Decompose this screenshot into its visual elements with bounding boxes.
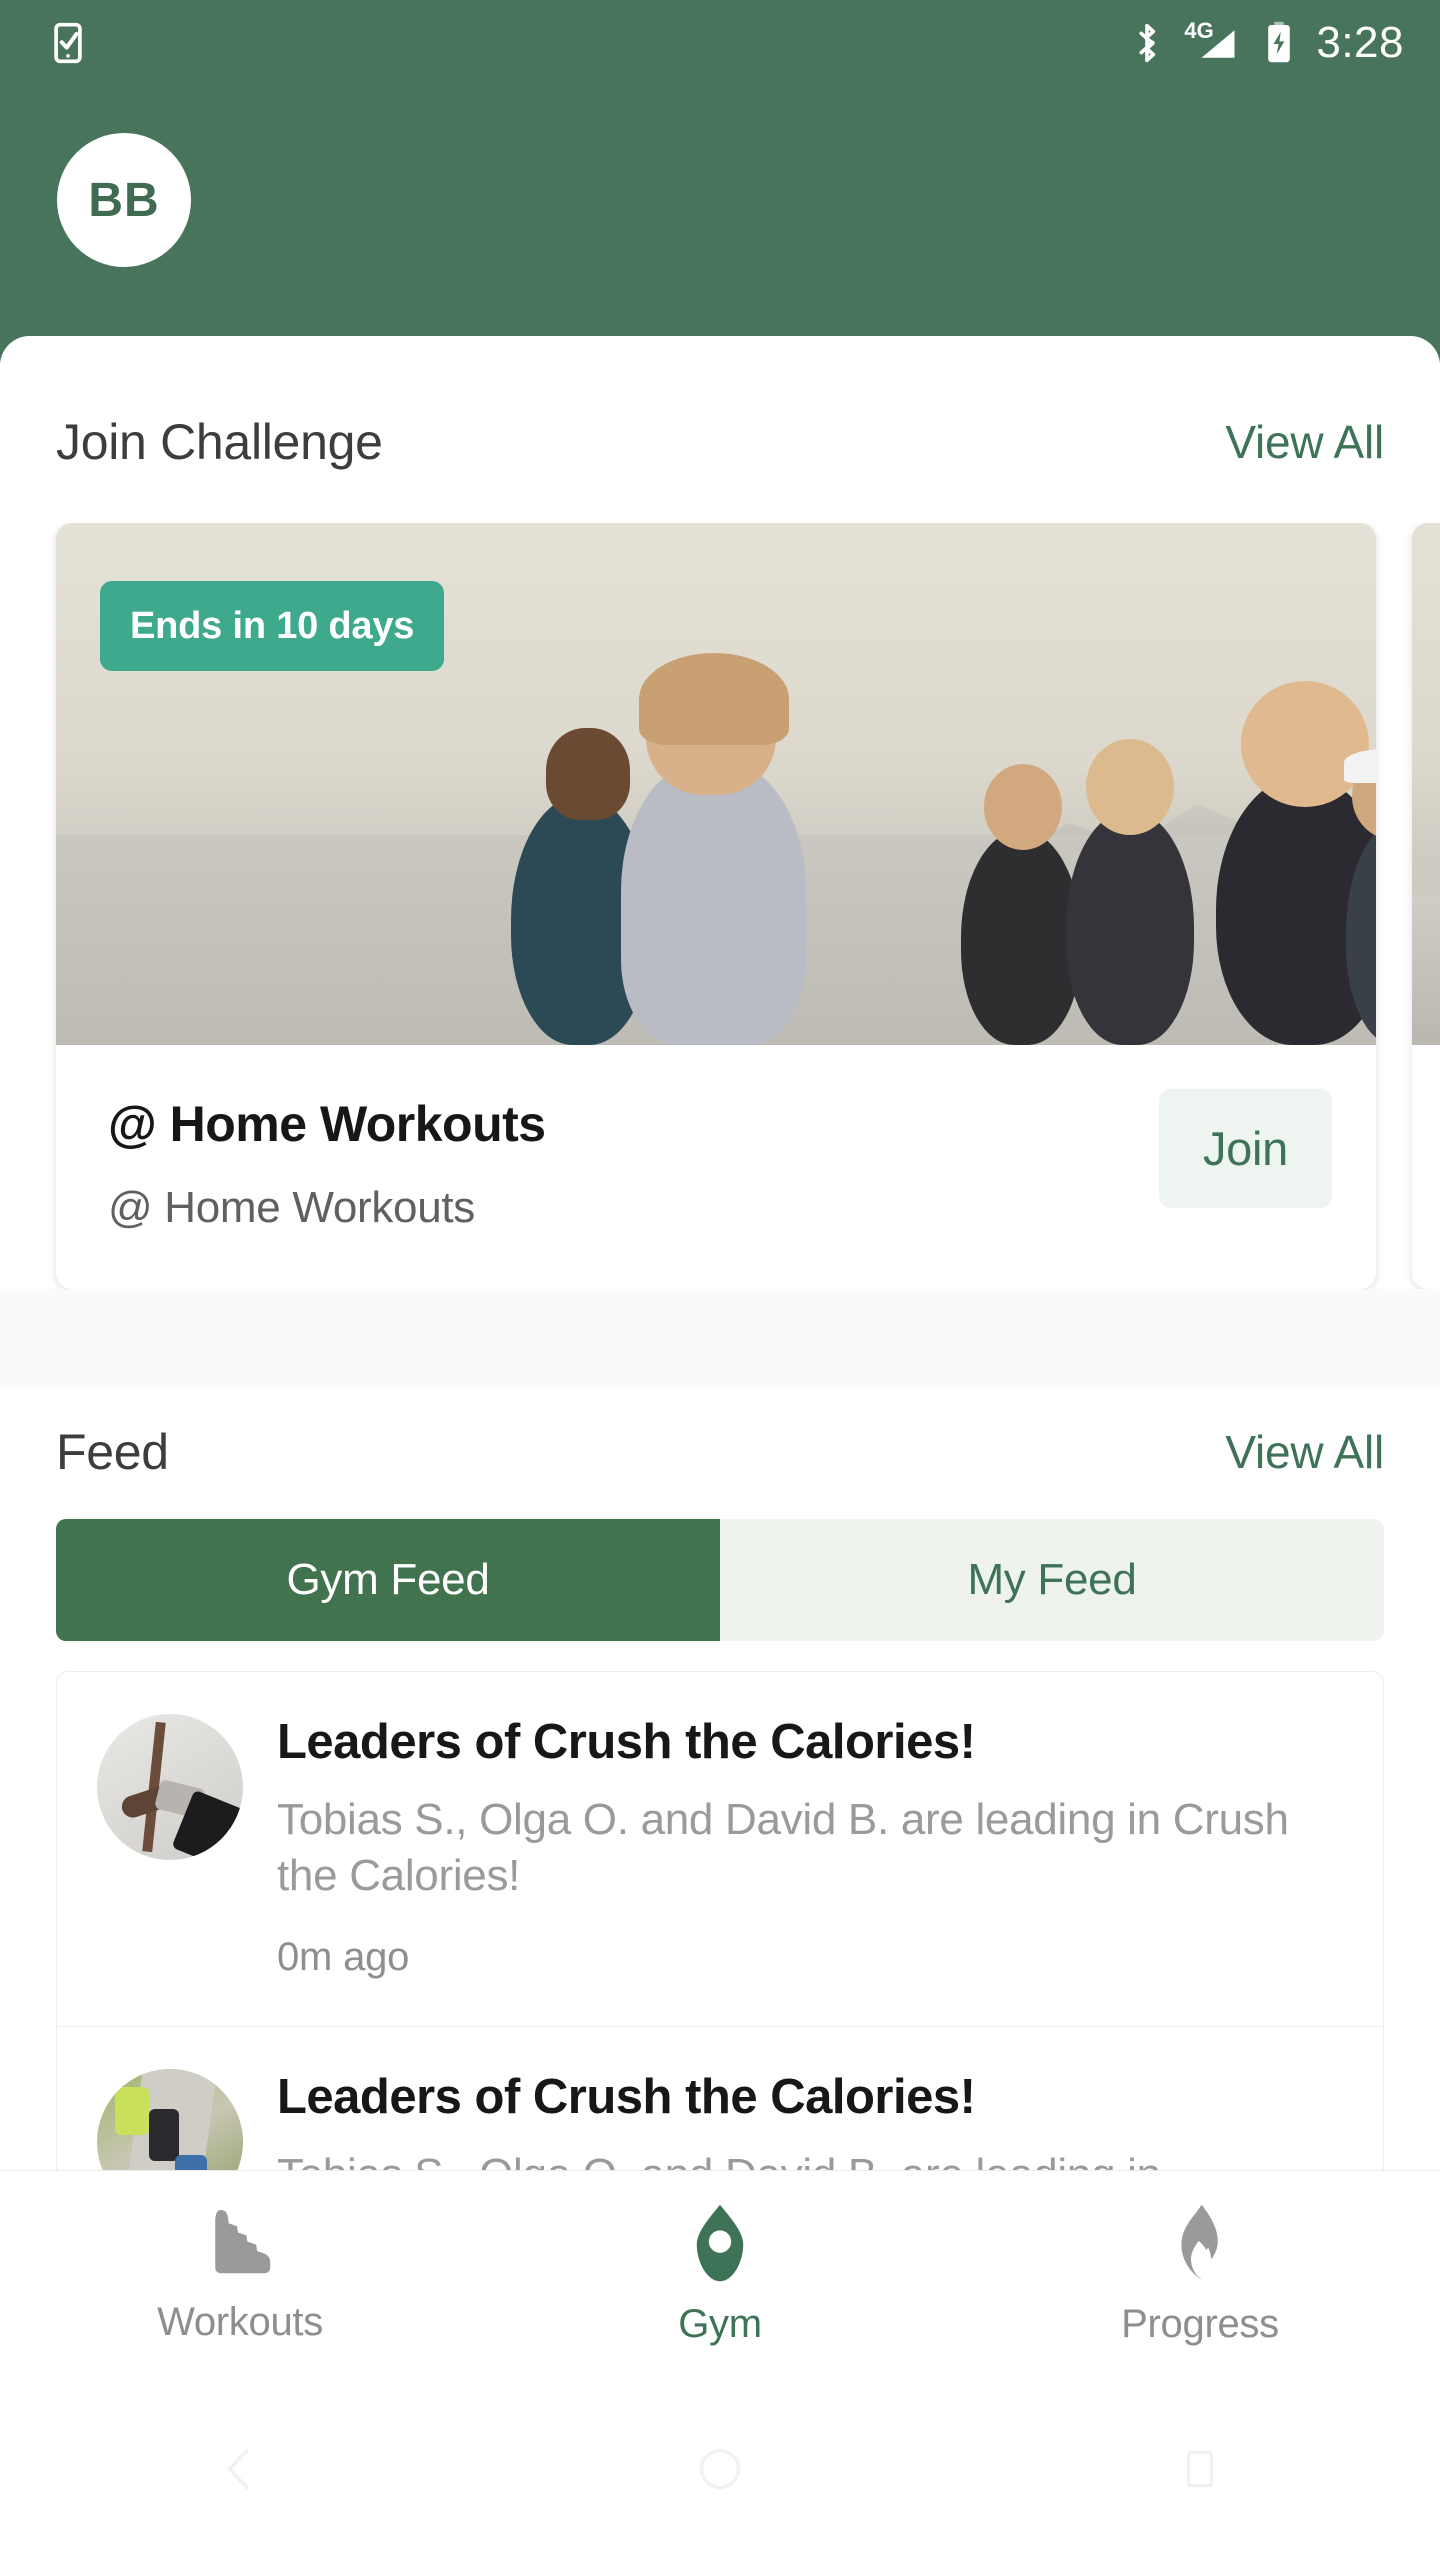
recents-square-icon xyxy=(1186,2450,1214,2488)
list-item[interactable]: Leaders of Crush the Calories! Tobias S.… xyxy=(57,1672,1383,2026)
bluetooth-icon xyxy=(1139,23,1156,63)
tab-my-feed[interactable]: My Feed xyxy=(720,1519,1384,1641)
challenge-card[interactable]: Ends in 10 days @ Home Workouts @ Home W… xyxy=(56,523,1376,1289)
status-bar-left xyxy=(46,21,90,65)
section-divider-gap xyxy=(0,1289,1440,1385)
list-item-description: Tobias S., Olga O. and David B. are lead… xyxy=(277,1795,1289,1901)
nav-item-gym[interactable]: Gym xyxy=(480,2202,960,2347)
challenge-section-header: Join Challenge View All xyxy=(0,413,1440,471)
list-item-body: Leaders of Crush the Calories! Tobias S.… xyxy=(277,1714,1343,1980)
avatar[interactable]: BB xyxy=(57,133,191,267)
system-recents-button[interactable] xyxy=(960,2442,1440,2496)
phone-check-icon xyxy=(54,22,82,64)
app-header: BB xyxy=(0,86,1440,336)
system-home-button[interactable] xyxy=(480,2442,960,2496)
status-bar: 4G 3:28 xyxy=(0,0,1440,86)
page-title: Join Challenge xyxy=(56,414,383,470)
home-circle-icon xyxy=(699,2448,741,2490)
challenge-section: Join Challenge View All Ends in 10 days … xyxy=(0,336,1440,1289)
tab-gym-feed[interactable]: Gym Feed xyxy=(56,1519,720,1641)
nav-label-progress: Progress xyxy=(1121,2302,1279,2346)
challenge-hero-image: Ends in 10 days xyxy=(56,523,1376,1045)
challenge-card-subtitle: @ Home Workouts xyxy=(108,1183,476,1232)
feed-view-all-link[interactable]: View All xyxy=(1225,1425,1384,1479)
phone-screen: 4G 3:28 BB Join Challenge View All Ends … xyxy=(0,0,1440,2560)
status-bar-right: 4G 3:28 xyxy=(1130,18,1404,67)
signal-bars-icon: 4G xyxy=(1184,18,1242,66)
challenge-hero-image-next xyxy=(1412,523,1440,1045)
shoe-icon xyxy=(215,2210,271,2274)
challenge-card-body: @ Home Workouts @ Home Workouts Join xyxy=(56,1045,1376,1289)
challenge-badge: Ends in 10 days xyxy=(100,581,445,671)
feed-section-header: Feed View All xyxy=(0,1423,1440,1481)
avatar xyxy=(97,1714,243,1860)
bottom-navigation: Workouts Gym Progress xyxy=(0,2170,1440,2378)
challenge-card-texts: @ Home Workouts @ Home Workouts xyxy=(108,1089,546,1233)
feed-tabs: Gym Feed My Feed xyxy=(56,1519,1384,1641)
list-item-title: Leaders of Crush the Calories! xyxy=(277,1715,976,1769)
nav-label-workouts: Workouts xyxy=(157,2300,323,2344)
back-chevron-icon xyxy=(227,2448,249,2490)
join-challenge-button[interactable]: Join xyxy=(1158,1089,1332,1208)
flame-icon xyxy=(1181,2204,1218,2280)
feed-title: Feed xyxy=(56,1424,169,1480)
nav-item-workouts[interactable]: Workouts xyxy=(0,2204,480,2345)
feed-section: Feed View All Gym Feed My Feed Leaders o… xyxy=(0,1385,1440,2262)
challenge-card-body-next xyxy=(1412,1045,1440,1145)
list-item-timestamp: 0m ago xyxy=(277,1934,410,1979)
challenge-card-title: @ Home Workouts xyxy=(108,1096,546,1152)
system-navigation-bar xyxy=(0,2378,1440,2560)
challenge-view-all-link[interactable]: View All xyxy=(1225,415,1384,469)
list-item-title: Leaders of Crush the Calories! xyxy=(277,2069,976,2124)
status-bar-clock: 3:28 xyxy=(1316,18,1404,67)
challenge-carousel[interactable]: Ends in 10 days @ Home Workouts @ Home W… xyxy=(0,523,1440,1289)
nav-label-gym: Gym xyxy=(678,2302,762,2346)
challenge-card-next-peek[interactable] xyxy=(1412,523,1440,1289)
nav-item-progress[interactable]: Progress xyxy=(960,2202,1440,2347)
location-pin-icon xyxy=(696,2204,744,2282)
system-back-button[interactable] xyxy=(0,2441,480,2497)
battery-charging-icon xyxy=(1268,21,1291,63)
